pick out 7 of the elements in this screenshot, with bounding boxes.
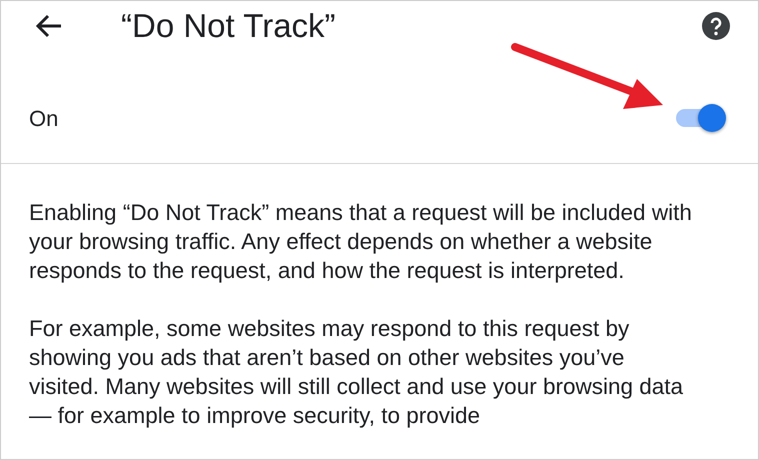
page-title: “Do Not Track”	[121, 7, 337, 45]
toggle-switch[interactable]	[676, 103, 728, 133]
back-arrow-icon[interactable]	[35, 14, 63, 38]
description-paragraph: For example, some websites may respond to this request by showing you ads that aren’t based on other websites you’ve visited. Many websites will still collect and use your browsing data — for example to improve security, to provide	[29, 315, 684, 430]
setting-label: On	[29, 106, 58, 132]
description-paragraph: Enabling “Do Not Track” means that a request will be included with your browsing traffic. Any effect depends on whether a website responds to the request, and how the request is interpreted.	[29, 199, 693, 285]
help-icon[interactable]	[702, 12, 730, 40]
